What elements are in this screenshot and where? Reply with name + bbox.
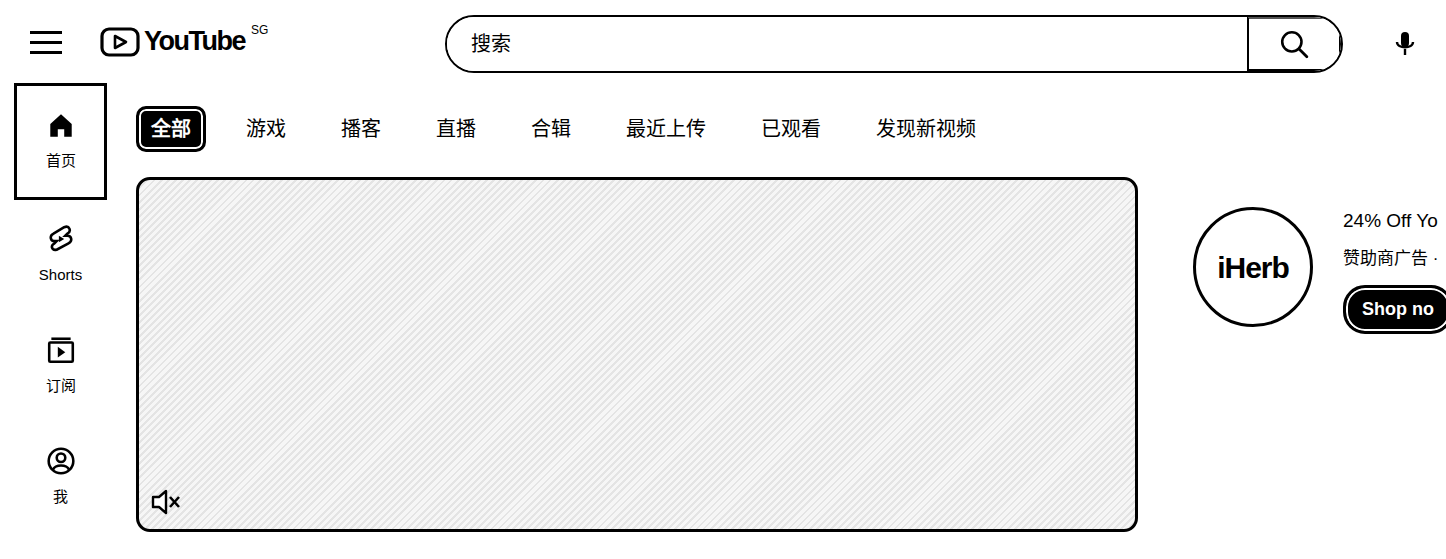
chip-label: 游戏 bbox=[246, 118, 286, 140]
sidebar-item[interactable]: 订阅 bbox=[14, 311, 107, 422]
search-button[interactable] bbox=[1247, 17, 1341, 71]
shop-button[interactable]: Shop no bbox=[1343, 285, 1446, 334]
filter-chip[interactable]: 播客 bbox=[326, 106, 396, 152]
mute-button[interactable] bbox=[149, 485, 183, 519]
subs-icon bbox=[46, 335, 76, 365]
chip-bar: 全部 游戏 播客 直播 合辑 最近上传 已观看 发现新视频 bbox=[136, 105, 1446, 153]
advertiser-logo-text: iHerb bbox=[1217, 245, 1289, 290]
youtube-logo[interactable]: YouTubeSG bbox=[100, 27, 268, 57]
ad-info: iHerb 24% Off Yo 赞助商广告 · Shop no bbox=[1193, 177, 1446, 334]
youtube-play-icon bbox=[100, 27, 140, 57]
region-label: SG bbox=[251, 21, 268, 39]
chip-label: 直播 bbox=[436, 118, 476, 140]
filter-chip[interactable]: 合辑 bbox=[516, 106, 586, 152]
logo-area: YouTube SG bbox=[0, 0, 445, 83]
top-bar: YouTube SG bbox=[0, 0, 1446, 83]
sidebar-label: 订阅 bbox=[46, 375, 76, 398]
page-body: 首页 Shorts 订阅我 全部 游戏 播客 直播 合辑 最近上传 已观看 发现新视频 iHerb 24… bbox=[0, 83, 1446, 533]
sidebar-label: 首页 bbox=[46, 150, 76, 173]
main-content: 全部 游戏 播客 直播 合辑 最近上传 已观看 发现新视频 iHerb 24% Off Yo 赞助商… bbox=[110, 83, 1446, 533]
sidebar: 首页 Shorts 订阅我 bbox=[0, 83, 110, 533]
voice-search-button[interactable] bbox=[1383, 22, 1427, 66]
sidebar-label: Shorts bbox=[39, 264, 82, 287]
chip-label: 已观看 bbox=[761, 118, 821, 140]
chip-label: 全部 bbox=[151, 118, 191, 140]
sidebar-item[interactable]: 我 bbox=[14, 422, 107, 533]
advertiser-logo[interactable]: iHerb bbox=[1193, 207, 1313, 327]
search-bar bbox=[445, 15, 1343, 73]
sidebar-icon-wrap bbox=[46, 335, 76, 365]
filter-chip[interactable]: 游戏 bbox=[231, 106, 301, 152]
sidebar-icon-wrap bbox=[46, 446, 76, 476]
filter-chip[interactable]: 已观看 bbox=[746, 106, 836, 152]
ad-video[interactable] bbox=[136, 177, 1138, 532]
logo-text: YouTube bbox=[144, 28, 245, 55]
home-icon bbox=[46, 110, 76, 140]
sidebar-icon-wrap bbox=[46, 110, 76, 140]
filter-chip[interactable]: 发现新视频 bbox=[861, 106, 991, 152]
sidebar-item[interactable]: 首页 bbox=[14, 83, 107, 200]
filter-chip[interactable]: 最近上传 bbox=[611, 106, 721, 152]
chip-label: 最近上传 bbox=[626, 118, 706, 140]
ad-sponsor-label: 赞助商广告 · bbox=[1343, 246, 1438, 272]
chip-label: 发现新视频 bbox=[876, 118, 976, 140]
microphone-icon bbox=[1392, 30, 1418, 58]
ad-row: iHerb 24% Off Yo 赞助商广告 · Shop no bbox=[136, 177, 1446, 532]
ad-text: 24% Off Yo 赞助商广告 · Shop no bbox=[1343, 207, 1446, 334]
sidebar-item[interactable]: Shorts bbox=[14, 200, 107, 311]
chip-label: 播客 bbox=[341, 118, 381, 140]
ad-title[interactable]: 24% Off Yo bbox=[1343, 207, 1438, 236]
search-icon bbox=[1279, 29, 1309, 59]
menu-icon[interactable] bbox=[30, 30, 62, 54]
shorts-icon bbox=[46, 224, 76, 254]
chip-label: 合辑 bbox=[531, 118, 571, 140]
you-icon bbox=[46, 446, 76, 476]
sidebar-label: 我 bbox=[53, 486, 68, 509]
muted-speaker-icon bbox=[149, 485, 183, 519]
search-input[interactable] bbox=[447, 17, 1247, 71]
filter-chip[interactable]: 全部 bbox=[136, 106, 206, 152]
sidebar-icon-wrap bbox=[46, 224, 76, 254]
filter-chip[interactable]: 直播 bbox=[421, 106, 491, 152]
